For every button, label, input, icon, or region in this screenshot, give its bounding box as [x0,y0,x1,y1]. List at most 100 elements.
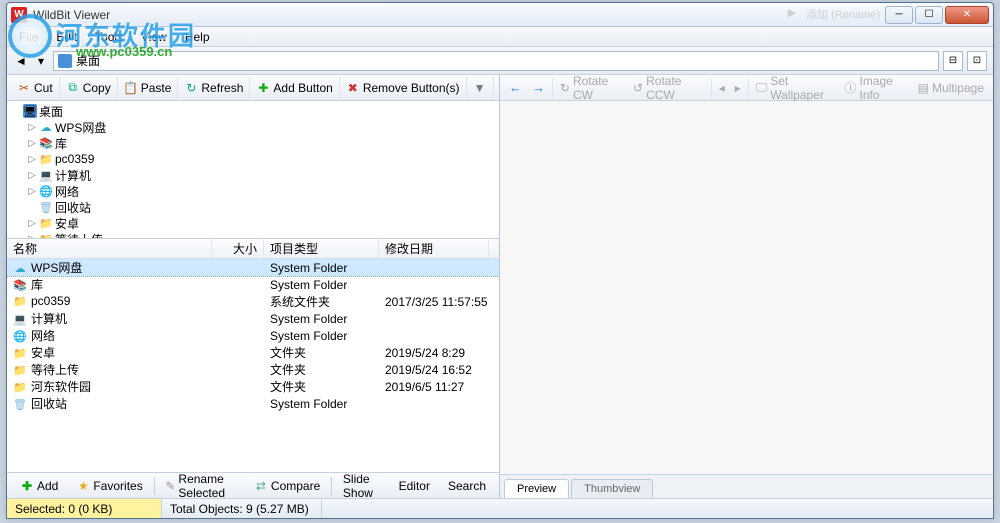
menubar: File Edit Tools View Help [7,27,993,47]
filter-button[interactable]: ▼ [467,77,494,99]
file-list[interactable]: 名称 大小 项目类型 修改日期 ☁WPS网盘System Folder📚库Sys… [7,239,499,472]
scroll-left-button[interactable]: ◂ [714,77,730,99]
lib-icon: 📚 [39,136,53,150]
rotate-cw-button[interactable]: ↻Rotate CW [555,77,628,99]
search-button[interactable]: Search [439,475,495,497]
list-item[interactable]: 📁安卓文件夹2019/5/24 8:29 [7,344,499,361]
rename-icon: ✎ [165,479,175,493]
addr-expand-button[interactable]: ⊡ [967,51,987,71]
fold-icon: 📁 [39,232,53,239]
tree-item[interactable]: 🖥桌面 [7,103,499,119]
tree-item[interactable]: 🗑回收站 [7,199,499,215]
copy-button[interactable]: ⧉Copy [60,77,118,99]
set-wallpaper-button[interactable]: 🖵Set Wallpaper [751,77,840,99]
fold-icon: 📁 [13,347,27,361]
add-button-button[interactable]: ✚Add Button [250,77,339,99]
star-icon: ★ [76,479,90,493]
tree-item[interactable]: ▷📁pc0359 [7,151,499,167]
rotate-cw-icon: ↻ [560,81,570,95]
info-icon: ⓘ [844,79,856,96]
col-size[interactable]: 大小 [212,239,264,258]
arrow-right-icon: → [532,80,545,95]
address-bar: ◄ ▾ 桌面 ⊟ ⊡ [7,47,993,75]
paste-icon: 📋 [124,81,138,95]
desktop-icon [58,54,72,68]
tree-item[interactable]: ▷☁WPS网盘 [7,119,499,135]
image-info-button[interactable]: ⓘImage Info [839,77,912,99]
menu-edit[interactable]: Edit [48,28,85,46]
folder-tree[interactable]: 🖥桌面▷☁WPS网盘▷📚库▷📁pc0359▷💻计算机▷🌐网络🗑回收站▷📁安卓▷📁… [7,101,499,239]
tree-item[interactable]: ▷💻计算机 [7,167,499,183]
list-item[interactable]: ☁WPS网盘System Folder [7,259,499,276]
menu-help[interactable]: Help [177,28,218,46]
copy-icon: ⧉ [66,81,80,95]
menu-file[interactable]: File [11,28,46,46]
preview-tabs: Preview Thumbview [500,474,993,498]
add-icon: ✚ [20,479,34,493]
list-item[interactable]: 📁pc0359系统文件夹2017/3/25 11:57:55 [7,293,499,310]
addr-collapse-button[interactable]: ⊟ [943,51,963,71]
tab-thumbview[interactable]: Thumbview [571,479,653,498]
list-header[interactable]: 名称 大小 项目类型 修改日期 [7,239,499,259]
nav-back-button[interactable]: ← [504,77,527,99]
list-item[interactable]: 🗑回收站System Folder [7,395,499,412]
list-item[interactable]: 📁等待上传文件夹2019/5/24 16:52 [7,361,499,378]
slideshow-button[interactable]: Slide Show [334,475,390,497]
multipage-button[interactable]: ▤Multipage [913,77,989,99]
col-date[interactable]: 修改日期 [379,239,489,258]
cut-button[interactable]: ✂Cut [11,77,60,99]
tree-label: 网络 [55,183,79,200]
comp-icon: 💻 [39,168,53,182]
left-bottom-toolbar: ✚Add ★Favorites ✎Rename Selected ⇄Compar… [7,472,499,498]
address-field[interactable]: 桌面 [53,51,939,71]
maximize-button[interactable]: ☐ [915,6,943,24]
tab-preview[interactable]: Preview [504,479,569,498]
tree-label: 计算机 [55,167,91,184]
expand-icon[interactable]: ▷ [27,170,37,181]
nav-dropdown-icon[interactable]: ▾ [33,53,49,69]
wallpaper-icon: 🖵 [756,80,768,95]
tree-label: 等待上传 [55,231,103,240]
preview-area [500,101,993,474]
expand-icon[interactable]: ▷ [27,186,37,197]
address-text: 桌面 [76,52,100,69]
tree-item[interactable]: ▷📁等待上传 [7,231,499,239]
net-icon: 🌐 [13,330,27,344]
col-type[interactable]: 项目类型 [264,239,379,258]
tree-item[interactable]: ▷🌐网络 [7,183,499,199]
paste-button[interactable]: 📋Paste [118,77,179,99]
left-toolbar: ✂Cut ⧉Copy 📋Paste ↻Refresh ✚Add Button ✖… [7,75,499,101]
list-item[interactable]: 💻计算机System Folder [7,310,499,327]
tree-label: 桌面 [39,103,63,120]
nav-back-icon[interactable]: ◄ [13,53,29,69]
fold-icon: 📁 [13,364,27,378]
trash-icon: 🗑 [13,398,27,412]
list-item[interactable]: 📁河东软件园文件夹2019/6/5 11:27 [7,378,499,395]
favorites-button[interactable]: ★Favorites [67,475,151,497]
col-name[interactable]: 名称 [7,239,212,258]
status-bar: Selected: 0 (0 KB) Total Objects: 9 (5.2… [7,498,993,518]
list-item[interactable]: 📚库System Folder [7,276,499,293]
editor-button[interactable]: Editor [390,475,439,497]
expand-icon[interactable]: ▷ [27,122,37,133]
nav-forward-button[interactable]: → [527,77,550,99]
close-button[interactable]: ✕ [945,6,989,24]
expand-icon[interactable]: ▷ [27,138,37,149]
tree-item[interactable]: ▷📁安卓 [7,215,499,231]
menu-tools[interactable]: Tools [87,28,131,46]
menu-view[interactable]: View [133,28,175,46]
scroll-right-button[interactable]: ▸ [730,77,746,99]
add-button[interactable]: ✚Add [11,475,67,497]
funnel-icon: ▼ [473,81,487,95]
list-item[interactable]: 🌐网络System Folder [7,327,499,344]
app-window: W WildBit Viewer ─ ☐ ✕ File Edit Tools V… [6,2,994,519]
compare-button[interactable]: ⇄Compare [245,475,329,497]
rotate-ccw-button[interactable]: ↺Rotate CCW [628,77,709,99]
expand-icon[interactable]: ▷ [27,154,37,165]
expand-icon[interactable]: ▷ [27,218,37,229]
tree-item[interactable]: ▷📚库 [7,135,499,151]
minimize-button[interactable]: ─ [885,6,913,24]
refresh-button[interactable]: ↻Refresh [178,77,250,99]
remove-buttons-button[interactable]: ✖Remove Button(s) [340,77,467,99]
rename-button[interactable]: ✎Rename Selected [156,475,245,497]
